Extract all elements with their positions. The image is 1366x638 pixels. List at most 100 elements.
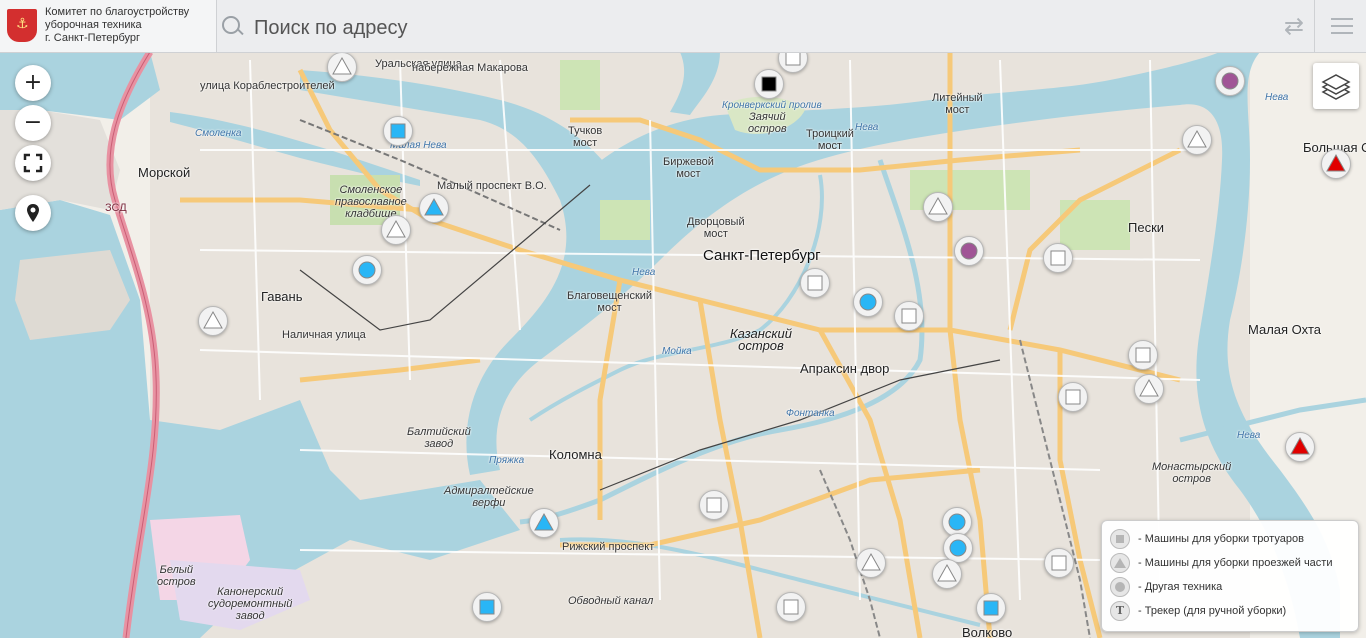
square-marker-icon <box>761 76 777 92</box>
square-marker-icon <box>1135 347 1151 363</box>
vehicle-marker[interactable] <box>954 236 984 266</box>
label-volkovo: Волково <box>962 625 1013 638</box>
square-marker-icon <box>1051 555 1067 571</box>
vehicle-marker[interactable] <box>800 268 830 298</box>
fullscreen-icon <box>23 153 43 173</box>
vehicle-marker[interactable] <box>419 193 449 223</box>
label-smolenka: Смоленка <box>195 128 242 139</box>
vehicle-marker[interactable] <box>1182 125 1212 155</box>
gray-triangle-icon <box>1110 553 1130 573</box>
circle-marker-icon <box>1221 72 1239 90</box>
legend-item-roadway: - Машины для уборки проезжей части <box>1110 553 1355 573</box>
circle-marker-icon <box>949 539 967 557</box>
vehicle-marker[interactable] <box>853 287 883 317</box>
organization-name: Комитет по благоустройству уборочная тех… <box>45 6 189 45</box>
map-legend: - Машины для уборки тротуаров - Машины д… <box>1101 520 1359 632</box>
org-line-1: Комитет по благоустройству <box>45 6 190 18</box>
label-gavan: Гавань <box>261 289 303 304</box>
triangle-marker-icon <box>424 197 444 216</box>
org-line-2: уборочная техника <box>45 19 142 31</box>
label-nalichnaya: Наличная улица <box>282 329 366 341</box>
vehicle-marker[interactable] <box>1043 243 1073 273</box>
legend-item-tracker: T - Трекер (для ручной уборки) <box>1110 601 1355 621</box>
swap-arrows-icon[interactable]: ⇄ <box>1278 14 1310 38</box>
vehicle-marker[interactable] <box>1285 432 1315 462</box>
vehicle-marker[interactable] <box>198 306 228 336</box>
square-marker-icon <box>479 599 495 615</box>
tracker-t-icon: T <box>1110 601 1130 621</box>
label-kanonersky-plant: Канонерский судоремонтный завод <box>208 586 293 622</box>
search-icon[interactable] <box>222 16 240 34</box>
square-marker-icon <box>901 308 917 324</box>
label-neva-1: Нева <box>632 267 656 278</box>
vehicle-marker[interactable] <box>776 592 806 622</box>
address-search-input[interactable] <box>254 14 1254 42</box>
square-marker-icon <box>390 123 406 139</box>
label-liteyny-bridge: Литейный мост <box>932 92 983 116</box>
circle-marker-icon <box>948 513 966 531</box>
square-marker-icon <box>1050 250 1066 266</box>
label-apraksin: Апраксин двор <box>800 361 890 376</box>
label-kazansky-island: Казанский остров <box>730 326 792 353</box>
locate-button[interactable] <box>15 195 51 231</box>
triangle-marker-icon <box>1290 436 1310 455</box>
label-city: Санкт-Петербург <box>703 247 821 264</box>
legend-label: - Машины для уборки тротуаров <box>1138 533 1304 545</box>
layers-icon <box>1321 74 1351 100</box>
layers-button[interactable] <box>1313 63 1359 109</box>
vehicle-marker[interactable] <box>1134 374 1164 404</box>
vehicle-marker[interactable] <box>699 490 729 520</box>
label-kronverksky: Кронверкский пролив <box>722 100 822 111</box>
gray-circle-icon <box>1110 577 1130 597</box>
vehicle-marker[interactable] <box>352 255 382 285</box>
coat-of-arms-icon: ⚓ <box>7 9 37 42</box>
label-blagoveshchensky-bridge: Благовещенский мост <box>567 290 653 314</box>
vehicle-marker[interactable] <box>778 52 808 73</box>
gray-square-icon <box>1110 529 1130 549</box>
label-malaya-okhta: Малая Охта <box>1248 322 1322 337</box>
label-obvodny: Обводный канал <box>568 595 654 607</box>
vehicle-marker[interactable] <box>529 508 559 538</box>
triangle-marker-icon <box>386 219 406 238</box>
label-vo-prospect: Малый проспект В.О. <box>437 180 547 192</box>
triangle-marker-icon <box>1326 153 1346 172</box>
vehicle-marker[interactable] <box>383 116 413 146</box>
triangle-marker-icon <box>1139 378 1159 397</box>
vehicle-marker[interactable] <box>1215 66 1245 96</box>
label-makarova: набережная Макарова <box>412 62 528 74</box>
vehicle-marker[interactable] <box>327 52 357 82</box>
organization-logo-block[interactable]: ⚓ Комитет по благоустройству уборочная т… <box>0 0 217 52</box>
triangle-marker-icon <box>937 563 957 582</box>
label-dvortsovy-bridge: Дворцовый мост <box>687 216 745 240</box>
label-zsd: ЗСД <box>105 202 127 214</box>
triangle-marker-icon <box>534 512 554 531</box>
label-baltic-plant: Балтийский завод <box>407 426 471 450</box>
fullscreen-button[interactable] <box>15 145 51 181</box>
circle-marker-icon <box>859 293 877 311</box>
label-peski: Пески <box>1128 220 1165 235</box>
vehicle-marker[interactable] <box>923 192 953 222</box>
zoom-in-button[interactable]: + <box>15 65 51 101</box>
vehicle-marker[interactable] <box>1044 548 1074 578</box>
label-neva-3: Нева <box>1265 92 1289 103</box>
vehicle-marker[interactable] <box>1128 340 1158 370</box>
triangle-marker-icon <box>1187 129 1207 148</box>
vehicle-marker[interactable] <box>976 593 1006 623</box>
label-rizhsky: Рижский проспект <box>562 541 655 553</box>
zoom-out-button[interactable]: − <box>15 105 51 141</box>
label-birzhevoy-bridge: Биржевой мост <box>663 156 714 180</box>
circle-marker-icon <box>960 242 978 260</box>
label-neva-4: Нева <box>1237 430 1261 441</box>
label-zayachiy-island: Заячий остров <box>748 111 787 135</box>
hamburger-menu-icon[interactable] <box>1314 0 1366 52</box>
vehicle-marker[interactable] <box>472 592 502 622</box>
circle-marker-icon <box>358 261 376 279</box>
label-monastyrsky-island: Монастырский остров <box>1152 461 1232 485</box>
vehicle-marker[interactable] <box>932 559 962 589</box>
vehicle-marker[interactable] <box>856 548 886 578</box>
vehicle-marker[interactable] <box>1058 382 1088 412</box>
vehicle-marker[interactable] <box>754 69 784 99</box>
vehicle-marker[interactable] <box>1321 149 1351 179</box>
vehicle-marker[interactable] <box>894 301 924 331</box>
vehicle-marker[interactable] <box>381 215 411 245</box>
